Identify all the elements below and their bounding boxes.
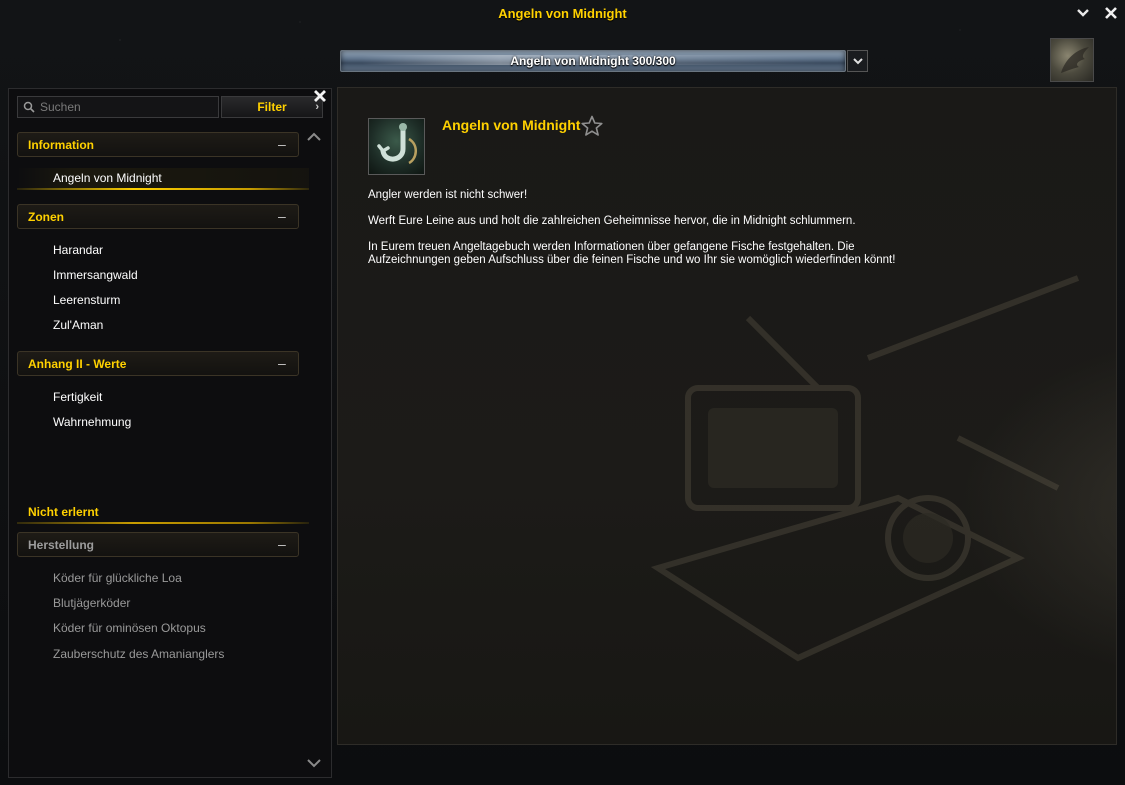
- recipe-icon: [368, 118, 425, 175]
- minus-icon[interactable]: –: [278, 137, 290, 151]
- search-input[interactable]: Suchen: [17, 96, 219, 118]
- list-item-immersangwald[interactable]: Immersangwald: [53, 268, 138, 282]
- favorite-button[interactable]: [580, 114, 604, 138]
- description-line: In Eurem treuen Angeltagebuch werden Inf…: [368, 241, 855, 253]
- chevron-down-icon: [852, 58, 863, 65]
- chevron-up-icon: [307, 132, 321, 141]
- filter-clear-button[interactable]: [311, 88, 329, 106]
- category-label: Herstellung: [28, 538, 95, 552]
- category-label: Information: [28, 138, 94, 152]
- list-item-angeln-von-midnight[interactable]: Angeln von Midnight: [53, 171, 162, 185]
- list-item-zauberschutz[interactable]: Zauberschutz des Amanianglers: [53, 647, 224, 661]
- list-item-fertigkeit[interactable]: Fertigkeit: [53, 390, 102, 404]
- minimize-button[interactable]: [1074, 5, 1092, 23]
- list-item-harandar[interactable]: Harandar: [53, 243, 103, 257]
- minus-icon[interactable]: –: [278, 356, 290, 370]
- fishing-hook-icon: [377, 123, 417, 165]
- description-line: Angler werden ist nicht schwer!: [368, 189, 528, 201]
- list-item-koeder-oktopus[interactable]: Köder für ominösen Oktopus: [53, 621, 206, 635]
- category-header-anhang-ii-werte[interactable]: Anhang II - Werte –: [17, 351, 299, 376]
- recipe-detail-panel: [337, 87, 1117, 745]
- background-artwork: [650, 275, 1080, 662]
- category-header-herstellung[interactable]: Herstellung –: [17, 532, 299, 557]
- minus-icon[interactable]: –: [278, 537, 290, 551]
- chevron-down-icon: [1077, 9, 1089, 17]
- section-label-nicht-erlernt: Nicht erlernt: [28, 505, 99, 519]
- category-label: Zonen: [28, 210, 64, 224]
- section-divider: [17, 522, 309, 524]
- description-line: Werft Eure Leine aus und holt die zahlre…: [368, 215, 856, 227]
- category-header-zonen[interactable]: Zonen –: [17, 204, 299, 229]
- wing-icon: [1061, 47, 1089, 73]
- skill-progress-bar: Angeln von Midnight 300/300: [340, 50, 846, 72]
- list-item-blutjaegerkoeder[interactable]: Blutjägerköder: [53, 596, 130, 610]
- filter-button[interactable]: Filter ›: [221, 96, 323, 118]
- recipe-list-panel: [8, 88, 332, 778]
- window-title: Angeln von Midnight: [498, 6, 627, 21]
- skill-dropdown-button[interactable]: [847, 50, 868, 72]
- description-line: Aufzeichnungen geben Aufschluss über die…: [368, 254, 896, 266]
- minus-icon[interactable]: –: [278, 209, 290, 223]
- list-item-wahrnehmung[interactable]: Wahrnehmung: [53, 415, 131, 429]
- list-item-koeder-gluecklich[interactable]: Köder für glückliche Loa: [53, 571, 182, 585]
- search-icon: [23, 101, 35, 113]
- close-icon: [314, 90, 326, 102]
- close-button[interactable]: [1102, 5, 1120, 23]
- skill-bar-label: Angeln von Midnight 300/300: [510, 54, 676, 68]
- close-icon: [1105, 7, 1117, 19]
- category-header-information[interactable]: Information –: [17, 132, 299, 157]
- scroll-down-button[interactable]: [306, 756, 322, 770]
- scroll-up-button[interactable]: [306, 130, 322, 144]
- list-item-zulaman[interactable]: Zul'Aman: [53, 318, 103, 332]
- category-label: Anhang II - Werte: [28, 357, 127, 371]
- selected-row-underline: [17, 188, 309, 190]
- list-item-leerensturm[interactable]: Leerensturm: [53, 293, 120, 307]
- title-bar: Angeln von Midnight: [0, 0, 1125, 30]
- star-outline-icon: [581, 115, 603, 136]
- recipe-title: Angeln von Midnight: [442, 117, 581, 133]
- chevron-down-icon: [307, 759, 321, 768]
- filter-label: Filter: [257, 100, 287, 114]
- search-placeholder: Suchen: [40, 100, 81, 114]
- profession-portrait[interactable]: [1050, 38, 1094, 82]
